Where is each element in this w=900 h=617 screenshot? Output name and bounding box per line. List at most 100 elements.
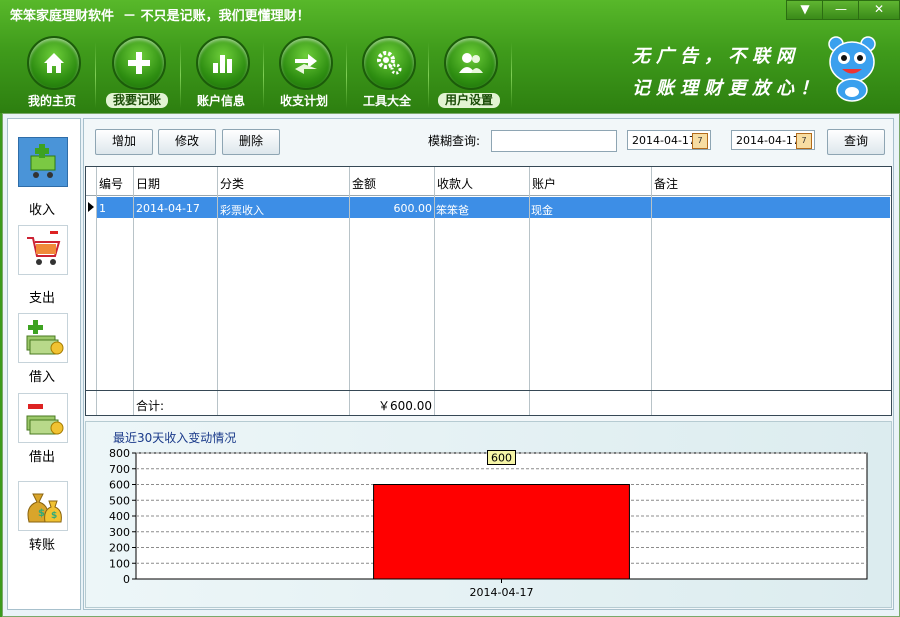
menu-lend-out[interactable]: 借出 [10,393,78,475]
menu-label: 借出 [28,450,55,465]
table-header: 编号 日期 分类 金额 收款人 账户 备注 [86,167,891,196]
x-tick-label: 2014-04-17 [470,586,534,599]
dash-icon: — [835,2,847,16]
y-tick-label: 500 [109,494,130,507]
exchange-arrows-icon [279,36,333,90]
query-button[interactable]: 查询 [827,129,885,155]
nav-separator [95,42,96,108]
table-total-row: 合计: ￥600.00 [86,390,891,415]
nav-separator [263,42,264,108]
cell-id: 1 [99,202,106,215]
search-input[interactable] [491,130,617,152]
add-button[interactable]: 增加 [95,129,153,155]
delete-button[interactable]: 删除 [222,129,280,155]
column-divider [217,167,218,415]
slogan-line-2: 记账理财更放心！ [632,78,824,99]
y-tick-label: 800 [109,447,130,460]
column-header-account[interactable]: 账户 [532,175,556,192]
menu-label: 借入 [28,370,55,385]
menu-label: 转账 [28,538,55,553]
cell-account: 现金 [531,204,553,217]
date-from-picker[interactable]: 2014-04-17 7 [627,130,711,150]
calendar-icon[interactable]: 7 [692,133,708,149]
edit-button[interactable]: 修改 [158,129,216,155]
y-tick-label: 400 [109,510,130,523]
column-divider [529,167,530,415]
nav-account-info[interactable]: 账户信息 [182,36,260,112]
nav-budget-plan[interactable]: 收支计划 [265,36,343,112]
date-from-value: 2014-04-17 [632,134,696,147]
left-menu: 收入 支出 借入 借出 $ $ 转账 [7,118,81,610]
column-divider [96,167,97,415]
nav-label: 我的主页 [27,94,76,108]
nav-home[interactable]: 我的主页 [13,36,91,112]
y-tick-label: 300 [109,526,130,539]
calendar-icon[interactable]: 7 [796,133,812,149]
cell-amount: 600.00 [393,202,433,215]
y-tick-label: 600 [109,479,130,492]
column-header-payee[interactable]: 收款人 [437,175,473,192]
nav-bookkeeping[interactable]: 我要记账 [98,36,176,112]
nav-label: 我要记账 [106,93,168,108]
menu-transfer[interactable]: $ $ 转账 [10,481,78,563]
y-tick-label: 700 [109,463,130,476]
column-header-date[interactable]: 日期 [136,175,160,192]
y-tick-label: 100 [109,557,130,570]
data-label: 600 [491,452,512,465]
menu-expense[interactable]: 支出 [10,225,78,307]
chevron-down-icon: ▼ [800,2,810,16]
users-icon [444,36,498,90]
gears-icon [362,36,416,90]
nav-label: 用户设置 [438,93,500,108]
window-title: 笨笨家庭理财软件 － 不只是记账，我们更懂理财！ [10,9,310,24]
menu-label: 收入 [28,203,55,218]
cell-category: 彩票收入 [220,204,264,217]
column-header-amount[interactable]: 金额 [352,175,376,192]
nav-separator [180,42,181,108]
date-to-value: 2014-04-17 [736,134,800,147]
svg-text:$: $ [38,508,45,519]
money-minus-icon [18,393,68,443]
menu-label: 支出 [28,291,55,306]
column-divider [349,167,350,415]
nav-user-settings[interactable]: 用户设置 [430,36,508,112]
nav-separator [511,42,512,108]
bar [373,484,630,580]
nav-label: 工具大全 [362,94,411,108]
menu-borrow-in[interactable]: 借入 [10,313,78,395]
column-divider [651,167,652,415]
close-button[interactable]: ✕ [858,0,900,20]
money-bags-icon: $ $ [18,481,68,531]
y-tick-label: 0 [123,573,130,586]
cart-plus-icon [18,137,68,187]
home-icon [27,36,81,90]
income-chart: 0 100 200 300 400 500 600 700 800 2014-04-17 600 [109,447,868,599]
records-table[interactable]: 编号 日期 分类 金额 收款人 账户 备注 1 2014-04-17 彩票收入 … [85,166,892,416]
minimize-button[interactable]: ▼ [786,0,824,20]
bar-chart-icon [196,36,250,90]
column-header-id[interactable]: 编号 [99,175,123,192]
close-icon: ✕ [873,2,885,16]
row-indicator-icon [88,202,94,212]
menu-income[interactable]: 收入 [10,137,78,219]
y-tick-label: 200 [109,542,130,555]
nav-label: 账户信息 [196,94,245,108]
nav-separator [346,42,347,108]
cart-icon [18,225,68,275]
restore-button[interactable]: — [822,0,860,20]
total-label: 合计: [136,399,165,413]
nav-tools[interactable]: 工具大全 [348,36,426,112]
plus-icon [112,36,166,90]
total-value: ￥600.00 [378,399,432,413]
column-header-category[interactable]: 分类 [220,175,244,192]
mascot-logo [828,36,876,102]
table-row[interactable]: 1 2014-04-17 彩票收入 600.00 笨笨爸 现金 [96,197,890,218]
column-divider [434,167,435,415]
column-divider [133,167,134,415]
svg-text:$: $ [51,511,57,521]
nav-label: 收支计划 [279,94,328,108]
slogan-line-1: 无广告，不联网 [632,46,800,67]
date-to-picker[interactable]: 2014-04-17 7 [731,130,815,150]
column-header-note[interactable]: 备注 [654,175,678,192]
cell-date: 2014-04-17 [136,202,200,215]
